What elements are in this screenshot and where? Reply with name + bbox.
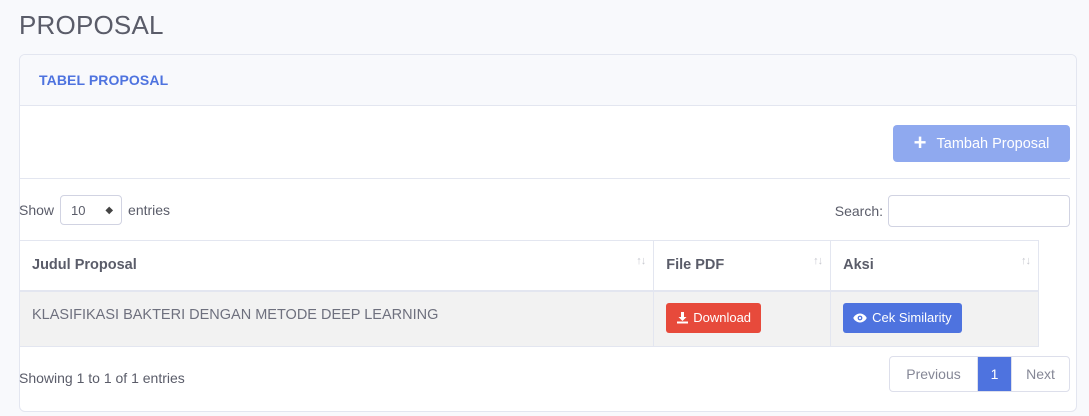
table-info: Showing 1 to 1 of 1 entries xyxy=(19,370,185,386)
card-header: TABEL PROPOSAL xyxy=(20,55,1076,106)
page-1-button[interactable]: 1 xyxy=(978,357,1011,391)
download-icon xyxy=(677,312,689,324)
column-header-file-pdf[interactable]: File PDF ↑↓ xyxy=(653,240,832,292)
card-title: TABEL PROPOSAL xyxy=(39,72,169,88)
column-header-judul[interactable]: Judul Proposal ↑↓ xyxy=(18,240,655,292)
entries-label: entries xyxy=(128,202,171,218)
download-button[interactable]: Download xyxy=(666,302,762,333)
proposal-title-cell: KLASIFIKASI BAKTERI DENGAN METODE DEEP L… xyxy=(18,290,655,347)
entries-length-control: Show 10 ◆ entries xyxy=(19,194,170,226)
cek-similarity-button[interactable]: Cek Similarity xyxy=(843,302,962,333)
eye-icon xyxy=(853,313,867,323)
entries-select-value: 10 xyxy=(71,202,86,218)
sort-icon: ↑↓ xyxy=(1021,255,1031,267)
add-proposal-label: Tambah Proposal xyxy=(936,135,1050,152)
search-input[interactable] xyxy=(888,195,1070,227)
search-label: Search: xyxy=(834,203,883,219)
divider xyxy=(19,178,1070,179)
search-control: Search: xyxy=(835,195,1070,227)
column-header-aksi[interactable]: Aksi ↑↓ xyxy=(830,240,1039,292)
add-proposal-button[interactable]: + Tambah Proposal xyxy=(893,125,1070,162)
plus-icon: + xyxy=(913,129,927,155)
table-header-row: Judul Proposal ↑↓ File PDF ↑↓ Aksi ↑↓ xyxy=(18,240,1039,292)
file-pdf-cell: Download xyxy=(653,290,832,347)
entries-select[interactable]: 10 ◆ xyxy=(60,195,123,225)
previous-page-button[interactable]: Previous xyxy=(890,357,978,391)
proposal-table: Judul Proposal ↑↓ File PDF ↑↓ Aksi ↑↓ KL… xyxy=(18,240,1039,347)
cek-similarity-label: Cek Similarity xyxy=(872,310,952,326)
download-label: Download xyxy=(693,310,752,326)
sort-icon: ↑↓ xyxy=(636,255,646,267)
next-page-button[interactable]: Next xyxy=(1011,357,1069,391)
select-arrows-icon: ◆ xyxy=(105,204,114,216)
sort-icon: ↑↓ xyxy=(813,255,823,267)
table-row: KLASIFIKASI BAKTERI DENGAN METODE DEEP L… xyxy=(18,290,1039,347)
aksi-cell: Cek Similarity xyxy=(830,290,1039,347)
show-label: Show xyxy=(19,202,55,218)
pagination: Previous 1 Next xyxy=(889,356,1070,392)
page-title: PROPOSAL xyxy=(19,10,164,40)
